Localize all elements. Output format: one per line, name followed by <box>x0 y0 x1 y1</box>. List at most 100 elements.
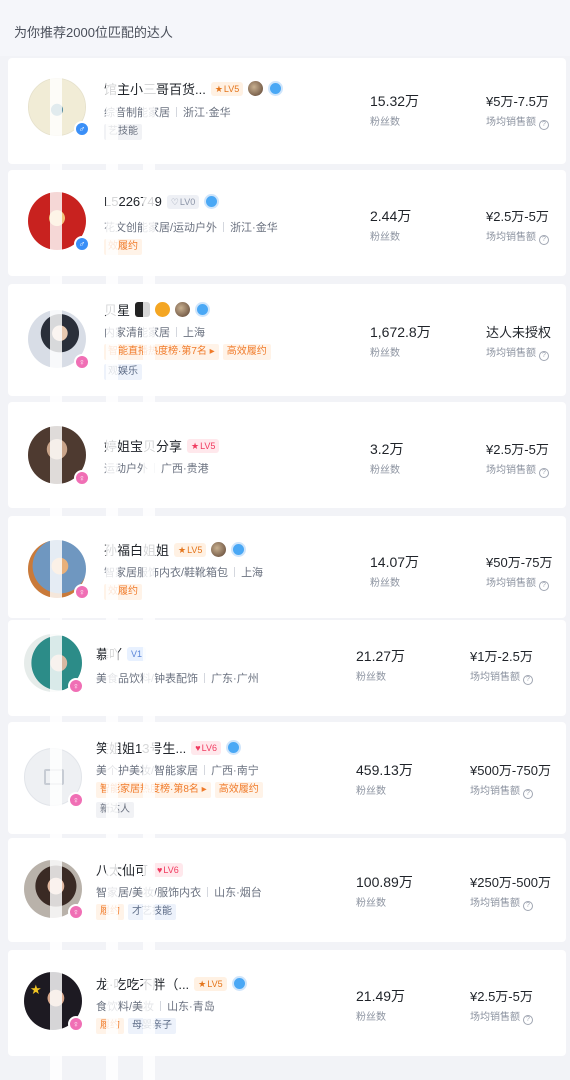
creator-card[interactable]: ♂ L5226749 ♡ LV0 花文创能家居/运动户外 浙江·金华 效履约 2.4… <box>8 170 566 276</box>
sales-label: 场均销售额? <box>486 113 549 130</box>
creator-card[interactable]: ♀ 孙福白姐姐 ★ LV5 智家居服饰内衣/鞋靴箱包 上海 效履约 14.07万 粉… <box>8 516 566 618</box>
fans-label: 粉丝数 <box>370 232 400 243</box>
creator-category-row: 运动户外 广西·贵港 <box>104 463 209 475</box>
sales-range: ¥1万-2.5万 <box>470 649 533 664</box>
creator-name-row: 慕吖 V1 <box>96 644 147 663</box>
creator-category-row: 美食品饮料/钟表配饰广东·广州 <box>96 670 259 686</box>
recommend-title: 为你推荐2000位匹配的达人 <box>14 25 173 40</box>
fans-count: 14.07万 <box>370 554 420 570</box>
sales-range: ¥50万-75万 <box>486 555 553 570</box>
chat-bubble-icon[interactable] <box>231 976 247 991</box>
fans-count: 3.2万 <box>370 441 404 457</box>
fans-count: 100.89万 <box>356 874 413 890</box>
level-badge: ★ LV5 <box>187 438 220 453</box>
chat-bubble-icon[interactable] <box>231 542 247 557</box>
sales-range: ¥5万-7.5万 <box>486 94 549 109</box>
creator-name-row: 龙·吃吃不胖（... ★LV5 <box>96 974 247 993</box>
help-icon[interactable]: ? <box>539 120 549 130</box>
brand-badge-icon <box>175 302 191 317</box>
creator-tag-row: 智能直播热度榜·第7名 ▸ 高效履约 <box>104 344 271 360</box>
fans-count: 21.27万 <box>356 648 406 664</box>
creator-card[interactable]: ★ ♀ 龙·吃吃不胖（... ★LV5 食饮料/美妆山东·青岛 履约 母婴亲子 … <box>8 950 566 1056</box>
chat-bubble-icon[interactable] <box>204 194 220 209</box>
female-gender-icon: ♀ <box>68 792 84 808</box>
fans-label: 粉丝数 <box>370 348 400 359</box>
help-icon[interactable]: ? <box>539 581 549 591</box>
sales-label: 场均销售额? <box>470 782 533 799</box>
sales-label: 场均销售额? <box>470 894 533 911</box>
creator-name-row: L5226749 ♡ LV0 <box>104 194 220 209</box>
sales-label: 场均销售额? <box>470 668 533 685</box>
fans-label: 粉丝数 <box>356 1012 386 1023</box>
sales-range: ¥2.5万-5万 <box>486 209 549 224</box>
fans-count: 1,672.8万 <box>370 324 431 340</box>
creator-card[interactable]: ♂ 馆主小三哥百货... ★LV5 综音制能家居浙江·金华 艺技能 15.32万… <box>8 58 566 164</box>
help-icon[interactable]: ? <box>539 351 549 361</box>
level-badge: ★ LV5 <box>194 976 227 991</box>
creator-name-row: 婷姐宝贝分享 ★LV5 <box>104 436 220 455</box>
female-gender-icon: ♀ <box>68 678 84 694</box>
creator-card[interactable]: ♀ 贝星 内家清能家居上海 智能直播热度榜·第7名 ▸ 高效履约 观娱乐 1,6… <box>8 284 566 396</box>
male-gender-icon: ♂ <box>74 236 90 252</box>
sales-label: 场均销售额? <box>486 344 549 361</box>
help-icon[interactable]: ? <box>523 901 533 911</box>
creator-category-row: 花文创能家居/运动户外 浙江·金华 <box>104 222 278 234</box>
fans-label: 粉丝数 <box>370 465 400 476</box>
level-badge: ★ LV5 <box>174 542 207 557</box>
chat-bubble-icon[interactable] <box>226 740 241 755</box>
help-icon[interactable]: ? <box>523 675 533 685</box>
creator-category-row: 智家居/美妆/服饰内衣山东·烟台 <box>96 884 262 900</box>
help-icon[interactable]: ? <box>523 789 533 799</box>
creator-card[interactable]: ♀ 婷姐宝贝分享 ★LV5 运动户外广西·贵港 3.2万 粉丝数 ¥2.5万-5… <box>8 402 566 508</box>
chat-bubble-icon[interactable] <box>268 81 284 96</box>
creator-tag: 高效履约 <box>222 344 271 360</box>
verified-icon <box>155 302 171 317</box>
creator-category-row: 美个护美妆/智能家居广西·南宁 <box>96 762 259 778</box>
sales-range: 达人未授权 <box>486 325 552 340</box>
creator-category-row: 综音制能家居 浙江·金华 <box>104 107 231 119</box>
creator-tag: 智能直播热度榜·第7名 ▸ <box>104 344 219 360</box>
help-icon[interactable]: ? <box>523 1015 533 1025</box>
creator-card[interactable]: ♀ 笑姐姐13号生... ♥LV6 美个护美妆/智能家居广西·南宁 智能家居热度… <box>8 722 566 834</box>
creator-name-row: 贝星 <box>104 300 211 319</box>
fans-count: 2.44万 <box>370 208 412 224</box>
female-gender-icon: ♀ <box>74 584 90 600</box>
overlay-stripe <box>106 58 118 1080</box>
fans-label: 粉丝数 <box>356 672 386 683</box>
creator-name-row: 馆主小三哥百货... ★LV5 <box>104 79 284 98</box>
creator-category-row: 智家居服饰内衣/鞋靴箱包 上海 <box>104 567 264 579</box>
sales-range: ¥2.5万-5万 <box>486 442 549 457</box>
fans-label: 粉丝数 <box>370 578 400 589</box>
creator-card[interactable]: ♀ 慕吖 V1 美食品饮料/钟表配饰广东·广州 21.27万 粉丝数 ¥1万-2… <box>8 620 566 716</box>
recommend-header: 为你推荐2000位匹配的达人 <box>0 0 570 56</box>
female-gender-icon: ♀ <box>68 904 84 920</box>
help-icon[interactable]: ? <box>539 235 549 245</box>
level-badge: ♥ LV6 <box>191 740 221 755</box>
female-gender-icon: ♀ <box>74 470 90 486</box>
level-badge: ♡ LV0 <box>166 194 200 209</box>
creator-name[interactable]: 八太仙可 <box>96 860 148 879</box>
female-gender-icon: ♀ <box>68 1016 84 1032</box>
creator-card[interactable]: ♀ 八太仙可 ♥LV6 智家居/美妆/服饰内衣山东·烟台 履约 才艺技能 100… <box>8 838 566 942</box>
fans-count: 21.49万 <box>356 988 406 1004</box>
sales-label: 场均销售额? <box>486 574 549 591</box>
fans-label: 粉丝数 <box>356 898 386 909</box>
brand-badge-icon <box>211 542 227 557</box>
sales-label: 场均销售额? <box>486 228 549 245</box>
help-icon[interactable]: ? <box>539 468 549 478</box>
creator-name-row: 孙福白姐姐 ★ LV5 <box>104 540 247 559</box>
overlay-stripe <box>143 58 155 1080</box>
creator-tag: 高效履约 <box>214 782 263 798</box>
fans-label: 粉丝数 <box>356 786 386 797</box>
level-badge: ★ LV5 <box>210 81 244 96</box>
sales-range: ¥250万-500万 <box>470 875 551 890</box>
sales-label: 场均销售额? <box>470 1008 533 1025</box>
overlay-stripe <box>50 58 62 1080</box>
fans-count: 15.32万 <box>370 93 420 109</box>
sales-range: ¥2.5万-5万 <box>470 989 533 1004</box>
fans-count: 459.13万 <box>356 762 413 778</box>
chat-bubble-icon[interactable] <box>195 302 211 317</box>
creator-tag-row: 智能家居热度榜·第8名 ▸ 高效履约 <box>96 782 263 798</box>
sales-label: 场均销售额? <box>486 461 549 478</box>
fans-label: 粉丝数 <box>370 117 400 128</box>
